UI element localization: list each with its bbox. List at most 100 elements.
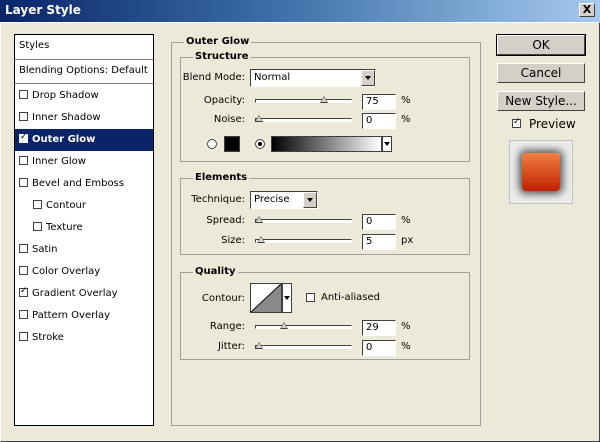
glow-gradient-picker[interactable] [271,136,382,152]
sidebar-checkbox[interactable] [33,200,42,209]
spread-slider[interactable] [255,216,352,223]
elements-title: Elements [193,172,250,183]
spread-slider-thumb[interactable] [255,216,263,223]
noise-unit: % [401,114,411,125]
window-title: Layer Style [5,3,81,17]
style-preview-swatch [522,153,560,191]
sidebar-item-label: Gradient Overlay [32,288,118,299]
sidebar-item-color-overlay[interactable]: Color Overlay [15,261,153,283]
blending-options-item[interactable]: Blending Options: Default [15,60,153,82]
sidebar-item-outer-glow[interactable]: Outer Glow [15,129,153,151]
blend-mode-select[interactable]: Normal [250,69,376,87]
blend-mode-value: Normal [254,72,291,83]
sidebar-item-label: Inner Shadow [32,112,101,123]
sidebar-item-label: Stroke [32,332,64,343]
contour-dropdown-icon[interactable] [282,283,292,313]
sidebar-item-bevel-and-emboss[interactable]: Bevel and Emboss [15,173,153,195]
sidebar-item-texture[interactable]: Texture [15,217,153,239]
noise-slider-thumb[interactable] [255,115,263,122]
sidebar-item-label: Satin [32,244,58,255]
contour-curve-icon [251,284,281,312]
glow-color-swatch[interactable] [224,136,240,152]
styles-header[interactable]: Styles [15,35,153,57]
sidebar-item-satin[interactable]: Satin [15,239,153,261]
range-label: Range: [209,321,245,332]
opacity-unit: % [401,95,411,106]
sidebar-item-inner-shadow[interactable]: Inner Shadow [15,107,153,129]
technique-select[interactable]: Precise [250,191,318,209]
sidebar-item-drop-shadow[interactable]: Drop Shadow [15,85,153,107]
sidebar-checkbox[interactable] [19,132,28,143]
sidebar-item-gradient-overlay[interactable]: Gradient Overlay [15,283,153,305]
sidebar-item-label: Bevel and Emboss [32,178,124,189]
styles-list: Styles Blending Options: Default Drop Sh… [14,34,154,426]
structure-title: Structure [193,51,251,62]
range-unit: % [401,321,411,332]
antialiased-label: Anti-aliased [321,292,381,303]
noise-input[interactable]: 0 [362,113,396,129]
jitter-slider[interactable] [255,342,352,349]
antialiased-checkbox[interactable] [306,293,315,302]
size-slider-thumb[interactable] [256,236,265,243]
range-slider[interactable] [255,322,352,329]
sidebar-checkbox[interactable] [19,112,28,121]
new-style-button[interactable]: New Style... [497,91,585,111]
range-input[interactable]: 29 [362,320,396,336]
sidebar-item-label: Texture [46,222,83,233]
chevron-down-icon [361,70,375,86]
quality-title: Quality [193,266,238,277]
opacity-slider[interactable] [255,96,352,103]
chevron-down-icon [303,192,317,208]
opacity-input[interactable]: 75 [362,94,396,110]
noise-slider[interactable] [255,115,352,122]
sidebar-checkbox[interactable] [19,90,28,99]
close-button[interactable]: X [579,3,595,17]
jitter-input[interactable]: 0 [362,340,396,356]
preview-label: Preview [529,117,576,131]
jitter-label: Jitter: [217,341,245,352]
size-label: Size: [221,235,245,246]
ok-button[interactable]: OK [496,34,586,56]
size-input[interactable]: 5 [362,234,396,250]
preview-checkbox[interactable] [512,117,521,128]
sidebar-item-inner-glow[interactable]: Inner Glow [15,151,153,173]
sidebar-item-stroke[interactable]: Stroke [15,327,153,349]
noise-label: Noise: [213,114,245,125]
sidebar-checkbox[interactable] [19,286,28,297]
jitter-slider-thumb[interactable] [255,342,263,349]
sidebar-item-label: Color Overlay [32,266,101,277]
opacity-label: Opacity: [203,95,245,106]
sidebar-item-label: Inner Glow [32,156,86,167]
sidebar-item-label: Contour [46,200,86,211]
sidebar-checkbox[interactable] [19,310,28,319]
panel-title: Outer Glow [184,36,252,47]
sidebar-item-contour[interactable]: Contour [15,195,153,217]
sidebar-item-pattern-overlay[interactable]: Pattern Overlay [15,305,153,327]
contour-picker[interactable] [250,283,282,313]
contour-label: Contour: [201,293,245,304]
sidebar-item-label: Drop Shadow [32,90,99,101]
sidebar-divider [15,83,153,84]
technique-label: Technique: [191,194,245,205]
opacity-slider-thumb[interactable] [320,96,329,103]
sidebar-checkbox[interactable] [19,156,28,165]
style-preview [509,140,573,204]
sidebar-checkbox[interactable] [19,178,28,187]
jitter-unit: % [401,341,411,352]
size-slider[interactable] [255,236,352,243]
spread-unit: % [401,215,411,226]
sidebar-checkbox[interactable] [19,244,28,253]
range-slider-thumb[interactable] [280,322,289,329]
blend-mode-label: Blend Mode: [182,72,245,83]
sidebar-checkbox[interactable] [19,332,28,341]
size-unit: px [401,235,414,246]
sidebar-item-label: Outer Glow [32,134,96,145]
color-radio[interactable] [207,139,217,149]
spread-input[interactable]: 0 [362,214,396,230]
gradient-radio[interactable] [255,139,265,149]
gradient-dropdown-icon[interactable] [382,136,392,152]
spread-label: Spread: [206,215,245,226]
sidebar-checkbox[interactable] [19,266,28,275]
sidebar-checkbox[interactable] [33,222,42,231]
cancel-button[interactable]: Cancel [497,63,585,83]
